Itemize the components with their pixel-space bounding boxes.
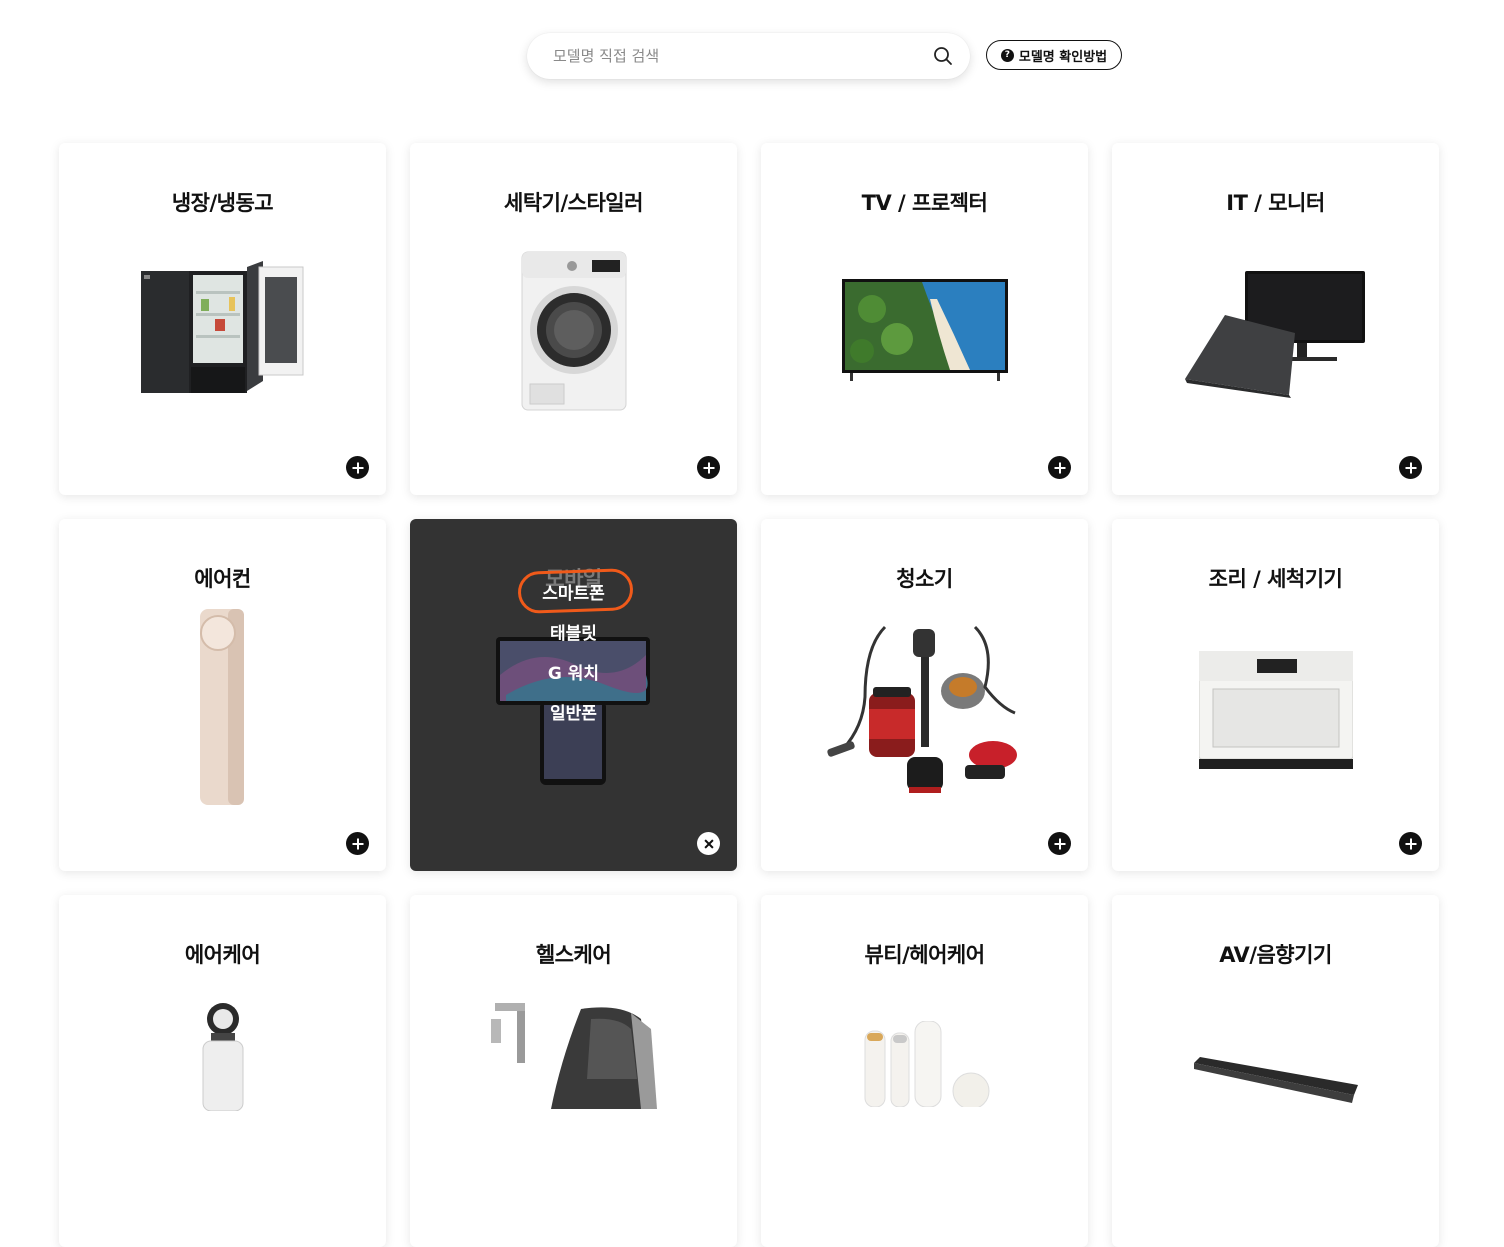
category-card-tv[interactable]: TV / 프로젝터 (761, 143, 1088, 495)
card-title: AV/음향기기 (1219, 943, 1332, 967)
category-card-health-care[interactable]: 헬스케어 (410, 895, 737, 1247)
category-card-air-care[interactable]: 에어케어 (59, 895, 386, 1247)
category-card-vacuum[interactable]: 청소기 (761, 519, 1088, 871)
highlight-annotation (517, 568, 634, 614)
card-title: TV / 프로젝터 (861, 191, 988, 215)
expand-plus-icon[interactable] (346, 832, 369, 855)
search-icon[interactable] (932, 45, 954, 67)
question-icon: ? (1000, 48, 1014, 62)
monitor-laptop-image (1184, 271, 1365, 398)
category-card-it-monitor[interactable]: IT / 모니터 (1112, 143, 1439, 495)
card-title: 냉장/냉동고 (171, 191, 274, 215)
refrigerator-image (140, 261, 303, 393)
card-title: 세탁기/스타일러 (504, 191, 643, 215)
soundbar-image (1193, 1057, 1358, 1103)
expand-plus-icon[interactable] (1399, 456, 1422, 479)
category-card-av-audio[interactable]: AV/음향기기 (1112, 895, 1439, 1247)
submenu-item-g-watch[interactable]: G 워치 (548, 663, 599, 685)
category-card-air-conditioner[interactable]: 에어컨 (59, 519, 386, 871)
category-card-washer[interactable]: 세탁기/스타일러 (410, 143, 737, 495)
vacuum-image (826, 625, 1017, 793)
card-title: 에어케어 (184, 943, 261, 967)
help-button-label: 모델명 확인방법 (1018, 49, 1108, 65)
card-title: 뷰티/헤어케어 (864, 943, 985, 967)
expand-plus-icon[interactable] (1048, 456, 1071, 479)
washing-machine-image (521, 251, 626, 411)
card-title: 에어컨 (194, 567, 251, 591)
search-input[interactable] (551, 40, 915, 72)
category-card-refrigerator[interactable]: 냉장/냉동고 (59, 143, 386, 495)
search-bar (527, 33, 970, 79)
submenu-item-tablet[interactable]: 태블릿 (550, 623, 597, 645)
expand-plus-icon[interactable] (1399, 832, 1422, 855)
expand-plus-icon[interactable] (697, 456, 720, 479)
model-name-help-button[interactable]: ? 모델명 확인방법 (986, 40, 1122, 70)
oven-image (1198, 651, 1353, 769)
category-card-mobile[interactable]: 모바일 스마트폰 태블릿 G 워치 일반폰 (410, 519, 737, 871)
card-title: 청소기 (896, 567, 953, 591)
card-title: IT / 모니터 (1226, 191, 1325, 215)
expand-plus-icon[interactable] (1048, 832, 1071, 855)
air-purifier-image (202, 1003, 243, 1111)
air-conditioner-image (199, 609, 244, 805)
card-title: 조리 / 세척기기 (1208, 567, 1343, 591)
tv-image (841, 279, 1008, 381)
card-title: 헬스케어 (535, 943, 612, 967)
close-icon[interactable] (697, 832, 720, 855)
category-card-beauty[interactable]: 뷰티/헤어케어 (761, 895, 1088, 1247)
beauty-device-image (864, 1021, 989, 1107)
submenu-item-feature-phone[interactable]: 일반폰 (550, 703, 597, 725)
category-card-cooking[interactable]: 조리 / 세척기기 (1112, 519, 1439, 871)
expand-plus-icon[interactable] (346, 456, 369, 479)
massage-chair-image (490, 1003, 657, 1109)
